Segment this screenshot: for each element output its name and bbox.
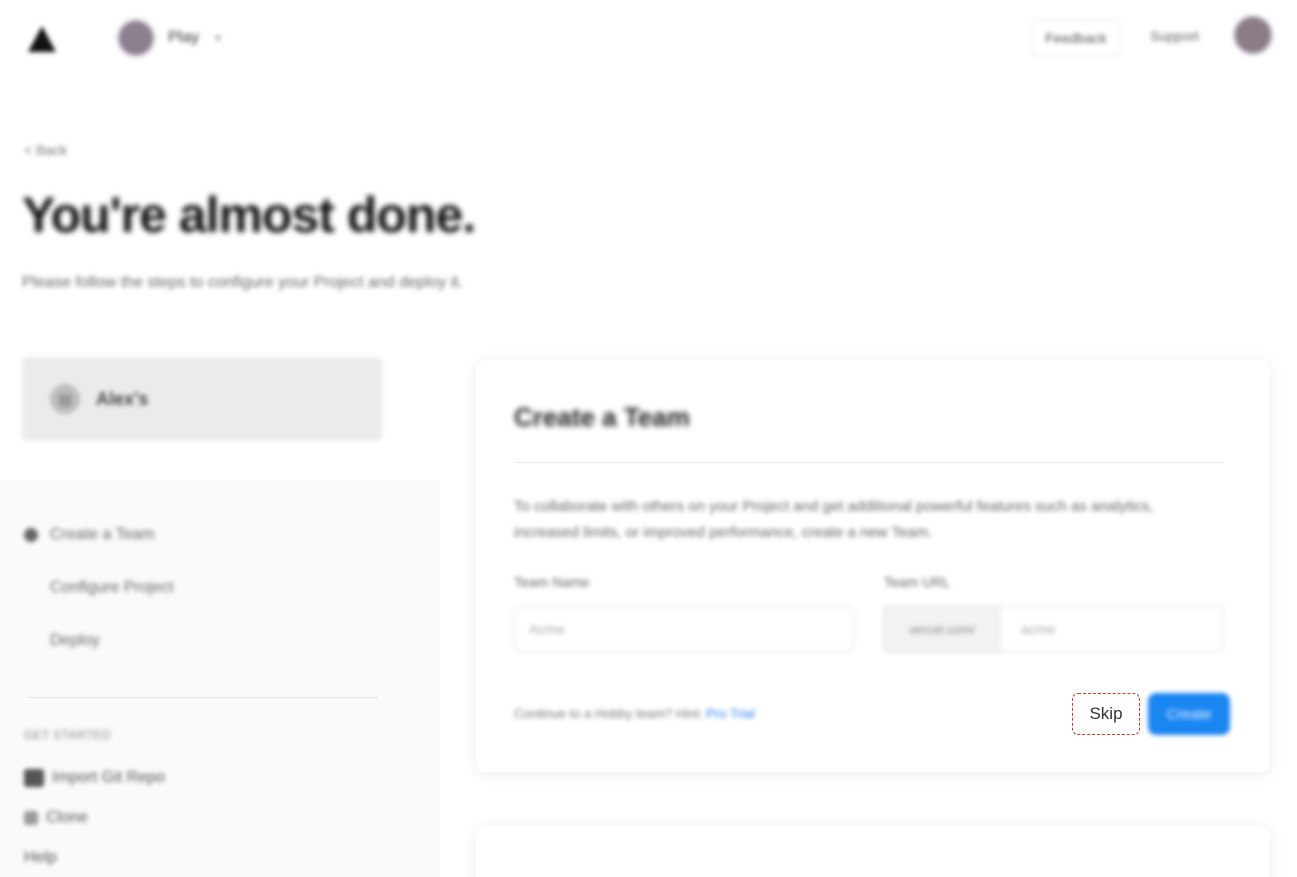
- user-avatar[interactable]: [1232, 14, 1274, 56]
- back-link[interactable]: < Back: [24, 142, 67, 158]
- steps-list: Create a Team Configure Project Deploy: [24, 508, 174, 667]
- create-button[interactable]: Create: [1148, 693, 1230, 735]
- step-pending-icon: [24, 581, 38, 595]
- team-name-label: Team Name: [514, 574, 590, 590]
- step-label: Deploy: [50, 631, 100, 649]
- create-team-card: Create a Team To collaborate with others…: [476, 360, 1270, 772]
- support-link[interactable]: Support: [1150, 28, 1199, 44]
- card-footer-note: Continue to a Hobby team? Hint: Pro Tria…: [514, 706, 755, 721]
- folder-icon: [24, 769, 44, 787]
- team-url-prefix: vercel.com/: [884, 606, 1000, 652]
- step-pending-icon: [24, 634, 38, 648]
- clone-icon: [24, 811, 38, 825]
- sidebar-divider: [28, 697, 378, 698]
- feedback-button[interactable]: Feedback: [1030, 20, 1122, 56]
- current-project-card[interactable]: ▤ Alex's: [22, 357, 382, 441]
- project-icon: ▤: [50, 384, 80, 414]
- resources-heading: GET STARTED: [24, 728, 112, 742]
- skip-button[interactable]: Skip: [1072, 693, 1140, 735]
- step-deploy[interactable]: Deploy: [24, 614, 174, 667]
- resource-import-git[interactable]: Import Git Repo: [24, 758, 165, 798]
- resource-label: Import Git Repo: [52, 769, 165, 786]
- pro-trial-link[interactable]: Pro Trial: [706, 706, 754, 721]
- team-name-input[interactable]: Acme: [514, 606, 854, 652]
- logo-icon[interactable]: [24, 22, 60, 58]
- workspace-name: Play: [168, 29, 200, 46]
- resources-section: GET STARTED Import Git Repo Clone Help: [24, 728, 165, 877]
- page-subtitle: Please follow the steps to configure you…: [22, 274, 464, 291]
- next-step-card: [476, 826, 1270, 877]
- step-label: Create a Team: [50, 525, 155, 543]
- chevron-down-icon: ▾: [215, 31, 222, 45]
- team-url-label: Team URL: [884, 574, 951, 590]
- workspace-avatar: [116, 18, 156, 58]
- step-active-icon: [24, 527, 38, 542]
- top-navigation: Play ▾ Feedback Support: [0, 0, 1297, 80]
- step-create-team[interactable]: Create a Team: [24, 508, 174, 561]
- card-title: Create a Team: [514, 402, 690, 432]
- card-description: To collaborate with others on your Proje…: [514, 498, 1154, 541]
- resource-label: Help: [24, 849, 57, 866]
- card-divider: [514, 462, 1224, 463]
- footer-text: Continue to a Hobby team? Hint:: [514, 706, 703, 721]
- resource-help[interactable]: Help: [24, 838, 165, 877]
- step-label: Configure Project: [50, 578, 174, 596]
- workspace-switcher[interactable]: Play ▾: [116, 18, 221, 58]
- resource-clone[interactable]: Clone: [24, 798, 165, 838]
- current-project-label: Alex's: [96, 388, 149, 409]
- resource-label: Clone: [46, 809, 88, 826]
- step-configure-project[interactable]: Configure Project: [24, 561, 174, 614]
- page-title: You're almost done.: [22, 187, 476, 243]
